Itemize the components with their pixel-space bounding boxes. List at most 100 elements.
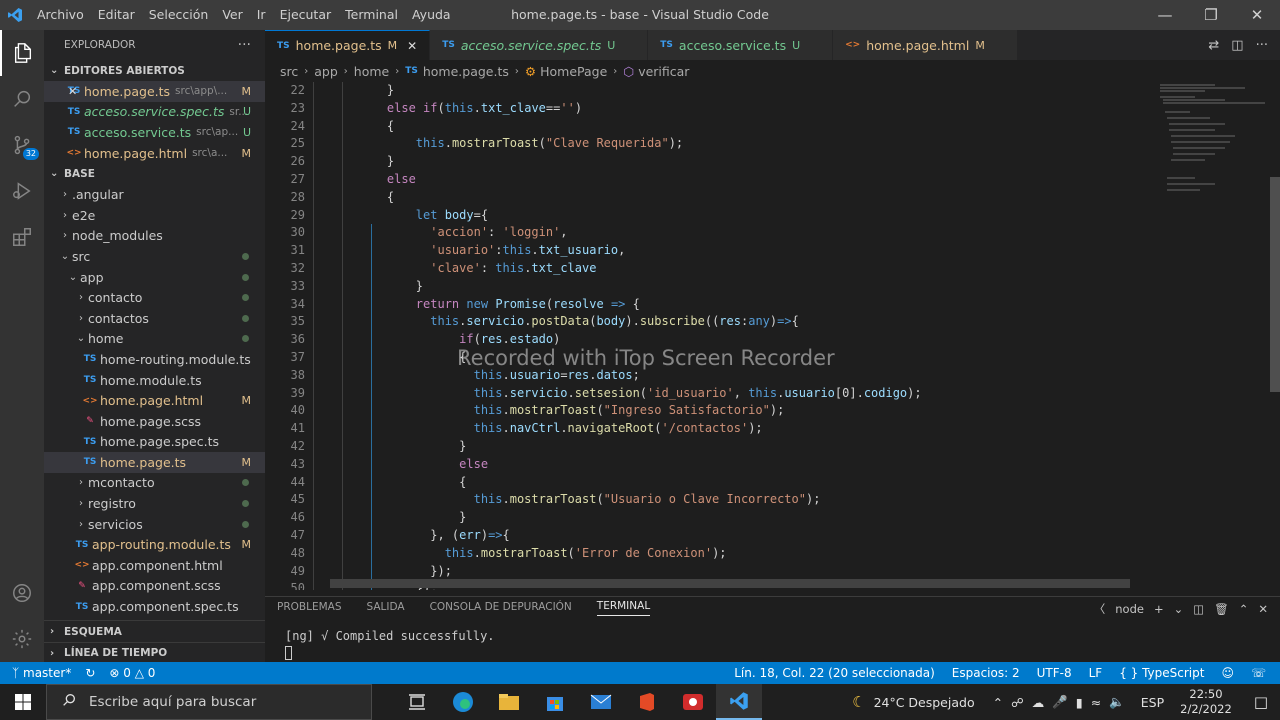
compare-changes-icon[interactable]: ⇄ — [1208, 38, 1219, 53]
store-icon[interactable] — [532, 684, 578, 720]
folder-item[interactable]: › contacto — [44, 287, 265, 308]
terminal-name[interactable]: node — [1115, 602, 1144, 616]
panel-tab-terminal[interactable]: TERMINAL — [596, 600, 651, 616]
eol-status[interactable]: LF — [1089, 666, 1103, 680]
language-indicator[interactable]: ESP — [1141, 695, 1164, 710]
sync-icon[interactable]: ↻ — [85, 666, 95, 680]
menu-item-ayuda[interactable]: Ayuda — [405, 0, 458, 30]
folder-item[interactable]: › node_modules — [44, 226, 265, 247]
close-icon[interactable]: ✕ — [68, 85, 77, 98]
chevron-up-icon[interactable]: ⌃ — [993, 695, 1003, 710]
panel-tab-consola-de-depuraci-n[interactable]: CONSOLA DE DEPURACIÓN — [430, 601, 572, 616]
feedback-icon[interactable]: ☺ — [1221, 666, 1234, 680]
folder-item[interactable]: › registro — [44, 493, 265, 514]
file-item[interactable]: TS home-routing.module.ts — [44, 349, 265, 370]
open-editor-item[interactable]: TS acceso.service.ts src\ap... U — [44, 122, 265, 143]
file-item[interactable]: TS home.module.ts — [44, 370, 265, 391]
folder-item[interactable]: ⌄ home — [44, 329, 265, 350]
weather-text[interactable]: 24°C Despejado — [874, 695, 975, 710]
file-item[interactable]: ✎ app.component.scss — [44, 576, 265, 597]
trash-icon[interactable]: 🗑 — [1214, 602, 1229, 616]
maximize-icon[interactable]: ❐ — [1188, 0, 1234, 30]
folder-item[interactable]: › e2e — [44, 205, 265, 226]
folder-item[interactable]: › .angular — [44, 184, 265, 205]
account-icon[interactable] — [0, 570, 44, 616]
file-item[interactable]: TS app-routing.module.ts M — [44, 534, 265, 555]
horizontal-scrollbar[interactable] — [330, 579, 1130, 588]
cursor-position[interactable]: Lín. 18, Col. 22 (20 seleccionada) — [734, 666, 935, 680]
vertical-scrollbar[interactable] — [1270, 82, 1280, 590]
folder-item[interactable]: › contactos — [44, 308, 265, 329]
problems-status[interactable]: ⊗ 0 △ 0 — [109, 666, 155, 680]
open-editors-header[interactable]: ⌄ EDITORES ABIERTOS — [44, 60, 265, 81]
panel-tab-problemas[interactable]: PROBLEMAS — [277, 601, 342, 616]
breadcrumb-item[interactable]: HomePage — [540, 64, 607, 79]
clock[interactable]: 22:50 2/2/2022 — [1180, 687, 1232, 717]
breadcrumb-item[interactable]: src — [280, 64, 298, 79]
language-status[interactable]: { } TypeScript — [1119, 666, 1204, 680]
editor-tab[interactable]: TS acceso.service.ts U — [648, 30, 834, 60]
branch-status[interactable]: ᛉ master* — [12, 666, 71, 680]
source-control-icon[interactable]: 32 — [0, 122, 44, 168]
file-item[interactable]: ✎ home.page.scss — [44, 411, 265, 432]
breadcrumb-item[interactable]: app — [314, 64, 338, 79]
breadcrumb-item[interactable]: home.page.ts — [423, 64, 509, 79]
close-window-icon[interactable]: ✕ — [1234, 0, 1280, 30]
file-item[interactable]: <> home.page.html M — [44, 390, 265, 411]
editor-tab[interactable]: TS home.page.ts M ✕ — [265, 30, 431, 60]
search-icon[interactable] — [0, 76, 44, 122]
menu-item-editar[interactable]: Editar — [91, 0, 142, 30]
editor-tab[interactable]: TS acceso.service.spec.ts U — [430, 30, 649, 60]
settings-gear-icon[interactable] — [0, 616, 44, 662]
menu-item-terminal[interactable]: Terminal — [338, 0, 405, 30]
more-actions-icon[interactable]: ··· — [238, 37, 251, 53]
extensions-icon[interactable] — [0, 214, 44, 260]
vscode-taskbar-icon[interactable] — [716, 684, 762, 720]
weather-icon[interactable]: ☾ — [852, 693, 865, 711]
microphone-icon[interactable]: 🎤 — [1052, 694, 1068, 710]
battery-icon[interactable]: ▮ — [1076, 695, 1083, 710]
file-item[interactable]: TS home.page.spec.ts — [44, 432, 265, 453]
timeline-header[interactable]: › LÍNEA DE TIEMPO — [44, 642, 265, 662]
notifications-icon[interactable]: ☏ — [1251, 666, 1266, 680]
notification-center-icon[interactable]: □ — [1254, 693, 1268, 711]
taskbar-search[interactable]: Escribe aquí para buscar — [46, 684, 372, 720]
file-explorer-icon[interactable] — [486, 684, 532, 720]
code-editor[interactable]: 22 } 23 else if(this.txt_clave=='') 24 {25… — [265, 82, 1155, 590]
outline-header[interactable]: › ESQUEMA — [44, 621, 265, 642]
close-icon[interactable]: ✕ — [407, 39, 417, 53]
indent-status[interactable]: Espacios: 2 — [952, 666, 1020, 680]
folder-item[interactable]: ⌄ app — [44, 267, 265, 288]
chevron-down-icon[interactable]: ⌄ — [1174, 602, 1184, 616]
file-item[interactable]: TS home.page.ts M — [44, 452, 265, 473]
folder-item[interactable]: › mcontacto — [44, 473, 265, 494]
folder-item[interactable]: ⌄ src — [44, 246, 265, 267]
mail-icon[interactable] — [578, 684, 624, 720]
minimap[interactable] — [1155, 82, 1270, 590]
open-editor-item[interactable]: ✕ TS home.page.ts src\app\... M — [44, 81, 265, 102]
terminal-output[interactable]: [ng] √ Compiled successfully. — [265, 619, 1280, 660]
menu-item-ejecutar[interactable]: Ejecutar — [273, 0, 339, 30]
close-panel-icon[interactable]: ✕ — [1258, 602, 1268, 616]
split-editor-icon[interactable]: ◫ — [1231, 38, 1243, 53]
file-item[interactable]: <> app.component.html — [44, 555, 265, 576]
cloud-icon[interactable]: ☁ — [1032, 695, 1045, 710]
explorer-icon[interactable] — [0, 30, 44, 76]
menu-item-selección[interactable]: Selección — [142, 0, 216, 30]
file-item[interactable]: TS app.component.spec.ts — [44, 596, 265, 617]
new-terminal-icon[interactable]: + — [1154, 602, 1164, 616]
open-editor-item[interactable]: <> home.page.html src\a... M — [44, 143, 265, 164]
edge-browser-icon[interactable] — [440, 684, 486, 720]
network-icon[interactable]: ☍ — [1011, 695, 1024, 710]
breadcrumb-item[interactable]: home — [354, 64, 389, 79]
minimize-icon[interactable]: — — [1142, 0, 1188, 30]
menu-item-archivo[interactable]: Archivo — [30, 0, 91, 30]
more-actions-icon[interactable]: ··· — [1256, 38, 1268, 53]
open-editor-item[interactable]: TS acceso.service.spec.ts sr... U — [44, 102, 265, 123]
task-view-icon[interactable] — [394, 684, 440, 720]
split-terminal-icon[interactable]: ◫ — [1193, 602, 1204, 616]
breadcrumb-item[interactable]: verificar — [638, 64, 689, 79]
folder-item[interactable]: › servicios — [44, 514, 265, 535]
terminal-icon[interactable]: 〈 — [1094, 601, 1106, 617]
maximize-panel-icon[interactable]: ⌃ — [1239, 602, 1249, 616]
